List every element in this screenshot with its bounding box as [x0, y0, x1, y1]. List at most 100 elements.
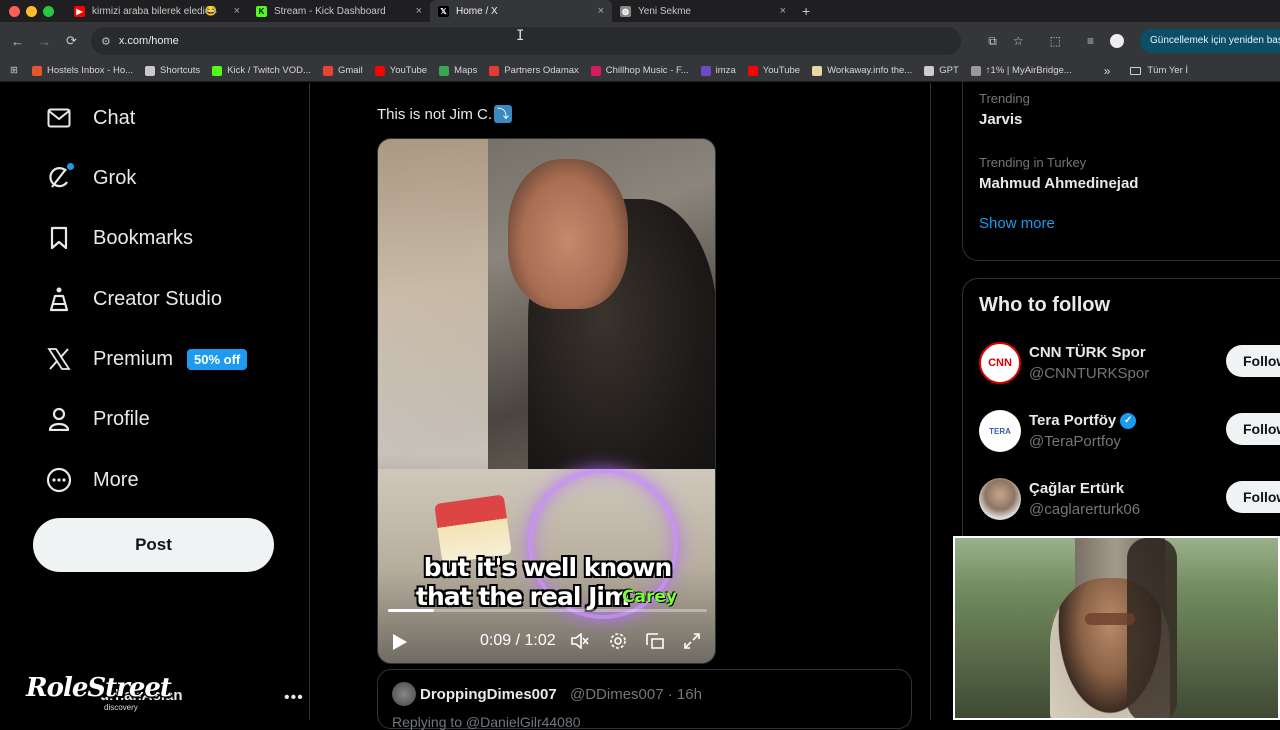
close-tab-icon[interactable]: × [416, 5, 422, 17]
bookmark-label: GPT [939, 65, 959, 76]
browser-tab[interactable]: ▶ kirmizi araba bilerek eledi😂 × [66, 0, 248, 22]
trend-item-2[interactable]: Trending in Turkey Mahmud Ahmedinejad [963, 137, 1280, 197]
play-icon[interactable] [392, 633, 408, 656]
bookmark-item[interactable]: imza [700, 65, 736, 76]
follow-suggestion[interactable]: CNN CNN TÜRK Spor @CNNTURKSpor Follow [979, 339, 1280, 389]
nav-label: Creator Studio [93, 287, 222, 310]
window-controls [0, 5, 66, 17]
bookmark-item[interactable]: YouTube [374, 65, 428, 76]
bookmark-label: Shortcuts [160, 65, 201, 76]
bookmark-item[interactable]: Chillhop Music - F... [590, 65, 689, 76]
bookmark-label: Workaway.info the... [827, 65, 913, 76]
video-controls: 0:09 / 1:02 [378, 625, 715, 656]
bookmark-label: YouTube [389, 65, 428, 76]
bookmark-item[interactable]: Partners Odamax [489, 65, 579, 76]
browser-tab-bar: ▶ kirmizi araba bilerek eledi😂 × K Stream - … [0, 0, 1280, 22]
site-settings-icon[interactable]: ⚙ [101, 35, 111, 48]
suggestion-name: CNN TÜRK Spor [1029, 344, 1146, 361]
follow-suggestion[interactable]: TERA Tera Portföy ✓ @TeraPortfoy Follow [979, 407, 1280, 457]
quoted-reply[interactable]: DroppingDimes007 @DDimes007 · 16h Replyi… [377, 669, 912, 730]
bookmark-item[interactable]: Workaway.info the... [812, 65, 912, 76]
update-button[interactable]: Güncellemek için yeniden başlatın [1140, 29, 1280, 53]
reply-avatar[interactable] [392, 682, 416, 706]
bookmark-item[interactable]: Hostels Inbox - Ho... [31, 65, 133, 76]
bookmark-item[interactable]: Maps [439, 65, 477, 76]
reply-author-handle: @DDimes007 · 16h [570, 686, 702, 703]
premium-discount-badge: 50% off [187, 348, 248, 370]
show-more-link[interactable]: Show more [979, 215, 1055, 232]
trend-item-1[interactable]: Trending Jarvis [963, 73, 1280, 133]
avatar[interactable]: TERA [979, 410, 1021, 452]
nav-item-creator-studio[interactable]: Creator Studio [44, 279, 222, 319]
video-progress-bar[interactable] [388, 609, 707, 612]
picture-in-picture-icon[interactable] [645, 631, 665, 651]
bookmark-label: Partners Odamax [504, 65, 579, 76]
address-bar[interactable]: ⚙ x.com/home [91, 27, 961, 55]
follow-suggestion[interactable]: Çağlar Ertürk @caglarerturk06 Follow [979, 475, 1280, 525]
bookmark-favicon-icon [590, 65, 601, 76]
avatar[interactable]: CNN [979, 342, 1021, 384]
reload-button[interactable]: ⟳ [58, 33, 85, 49]
profile-avatar-icon[interactable] [1110, 34, 1124, 48]
trends-panel: Trending Jarvis Trending in Turkey Mahmu… [962, 73, 1280, 261]
close-tab-icon[interactable]: × [598, 5, 604, 17]
browser-tab[interactable]: ◍ Yeni Sekme × [612, 0, 794, 22]
bookmark-favicon-icon [747, 65, 758, 76]
bookmark-item[interactable]: Shortcuts [145, 65, 200, 76]
bookmark-favicon-icon [812, 65, 823, 76]
bookmark-favicon-icon [924, 65, 935, 76]
video-caption-highlight: Carey [622, 587, 677, 607]
settings-icon[interactable] [608, 631, 628, 651]
timeline: This is not Jim C. ⤵ but it's well known… [311, 83, 931, 730]
bookmark-item[interactable]: GPT [924, 65, 959, 76]
nav-item-premium[interactable]: Premium 50% off [44, 339, 248, 379]
new-tab-button[interactable]: + [802, 3, 810, 19]
install-app-icon[interactable]: ⧉ [988, 34, 997, 49]
bookmark-star-icon[interactable]: ☆ [1013, 34, 1024, 48]
bookmark-label: Kick / Twitch VOD... [227, 65, 311, 76]
post-button[interactable]: Post [33, 518, 274, 572]
suggestion-handle: @CNNTURKSpor [1029, 365, 1150, 382]
browser-tab[interactable]: 𝕏 Home / X × [430, 0, 612, 22]
minimize-window-button[interactable] [26, 5, 37, 17]
bookmark-label: Maps [454, 65, 478, 76]
follow-button[interactable]: Follow [1226, 413, 1280, 445]
url-text: x.com/home [118, 35, 179, 47]
forward-button[interactable]: → [31, 34, 58, 49]
follow-button[interactable]: Follow [1226, 345, 1280, 377]
mute-icon[interactable] [570, 631, 590, 651]
bookmark-favicon-icon [212, 65, 223, 76]
nav-item-chat[interactable]: Chat [44, 98, 135, 138]
bookmark-label: Gmail [337, 65, 363, 76]
bookmark-item[interactable]: YouTube [747, 65, 800, 76]
media-controls-icon[interactable]: ≡ [1087, 34, 1094, 48]
nav-item-profile[interactable]: Profile [44, 399, 150, 439]
trend-name: Jarvis [979, 111, 1023, 128]
fullscreen-icon[interactable] [682, 631, 702, 651]
tab-favicon-icon: ▶ [74, 5, 85, 17]
close-tab-icon[interactable]: × [234, 5, 240, 17]
tab-title: Stream - Kick Dashboard [274, 5, 386, 17]
follow-button[interactable]: Follow [1226, 481, 1280, 513]
nav-item-grok[interactable]: Grok [44, 158, 136, 198]
account-switcher[interactable]: urhanAslan ••• RoleStreet discovery [14, 673, 304, 720]
extensions-icon[interactable]: ⬚ [1050, 34, 1061, 48]
apps-grid-icon[interactable]: ⊞ [10, 65, 18, 76]
maximize-window-button[interactable] [43, 5, 54, 17]
bookmark-item[interactable]: Gmail [322, 65, 363, 76]
back-button[interactable]: ← [4, 34, 31, 49]
tweet-video[interactable]: but it's well known that the real Jim Ca… [377, 138, 716, 664]
bookmark-favicon-icon [700, 65, 711, 76]
bookmark-label: imza [715, 65, 736, 76]
close-window-button[interactable] [9, 5, 20, 17]
suggestion-handle: @caglarerturk06 [1029, 501, 1141, 518]
nav-item-more[interactable]: More [44, 460, 139, 500]
tab-favicon-icon: K [256, 5, 267, 17]
account-more-icon[interactable]: ••• [284, 689, 304, 707]
bookmark-item[interactable]: Kick / Twitch VOD... [212, 65, 311, 76]
close-tab-icon[interactable]: × [780, 5, 786, 17]
nav-item-bookmarks[interactable]: Bookmarks [44, 218, 193, 258]
browser-tab[interactable]: K Stream - Kick Dashboard × [248, 0, 430, 22]
reply-author-name[interactable]: DroppingDimes007 [420, 686, 557, 703]
avatar[interactable] [979, 478, 1021, 520]
